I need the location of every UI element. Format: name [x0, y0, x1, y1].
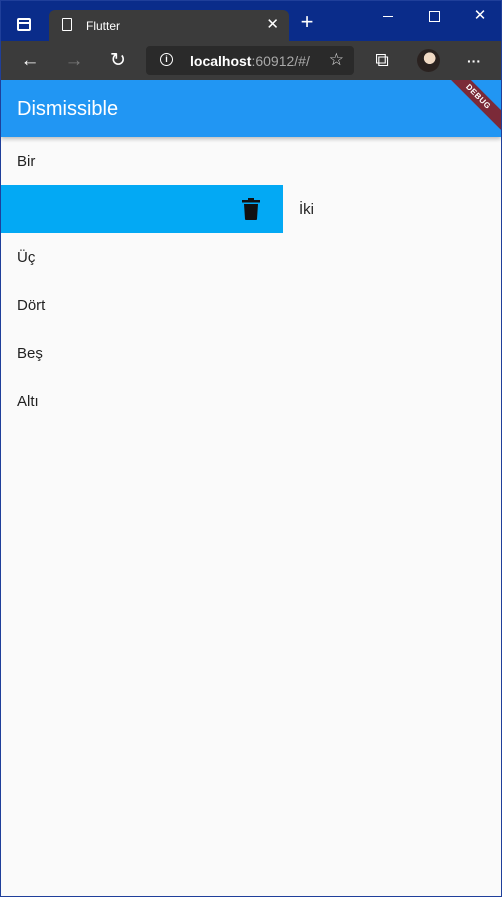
tab-title: Flutter	[86, 19, 121, 33]
minimize-button[interactable]	[365, 1, 411, 31]
more-menu-icon[interactable]: ···	[463, 50, 485, 72]
debug-banner: DEBUG	[441, 80, 501, 134]
url-text: localhost:60912/#/	[190, 53, 310, 69]
maximize-button[interactable]	[411, 1, 457, 31]
reload-icon[interactable]: ↻	[107, 50, 129, 72]
list-item-label: Üç	[17, 249, 36, 266]
list-item[interactable]: Beş	[1, 329, 501, 377]
flutter-app: Dismissible DEBUG Bir İki Üç Dört Beş Al…	[1, 80, 501, 896]
page-title: Dismissible	[17, 98, 119, 120]
list-item[interactable]: Bir	[1, 137, 501, 185]
add-favorite-icon[interactable]: ☆	[329, 50, 344, 70]
close-tab-icon[interactable]: ✕	[266, 16, 279, 34]
list-item-label: Altı	[17, 393, 39, 410]
app-bar: Dismissible DEBUG	[1, 80, 501, 137]
list-item-label: Bir	[17, 153, 36, 170]
list-item-swiping[interactable]: İki	[1, 185, 501, 233]
window-close-button[interactable]: ✕	[457, 1, 501, 31]
new-tab-icon[interactable]: +	[297, 11, 317, 33]
list-item[interactable]: Üç	[1, 233, 501, 281]
list-item-label: Dört	[17, 297, 46, 314]
list-item-label: İki	[299, 201, 314, 218]
forward-icon[interactable]: →	[63, 50, 85, 72]
collections-icon[interactable]: ⧉	[371, 50, 393, 72]
back-icon[interactable]: ←	[19, 50, 41, 72]
profile-avatar[interactable]	[417, 49, 440, 72]
tab-actions-icon[interactable]	[17, 18, 31, 31]
list-item[interactable]: Dört	[1, 281, 501, 329]
browser-window: Flutter ✕ + ✕ ← → ↻ i localhost:60912/#/…	[0, 0, 502, 897]
list-item-label: Beş	[17, 345, 43, 362]
address-bar[interactable]: i localhost:60912/#/ ☆	[146, 46, 354, 75]
delete-icon	[242, 198, 260, 220]
dismissible-list: Bir İki Üç Dört Beş Altı	[1, 137, 501, 425]
tab-strip: Flutter ✕ + ✕	[1, 1, 501, 41]
site-info-icon[interactable]: i	[160, 53, 173, 66]
dismiss-background	[1, 185, 283, 233]
page-icon	[62, 18, 72, 31]
tab-flutter[interactable]: Flutter ✕	[49, 10, 289, 41]
list-item[interactable]: Altı	[1, 377, 501, 425]
